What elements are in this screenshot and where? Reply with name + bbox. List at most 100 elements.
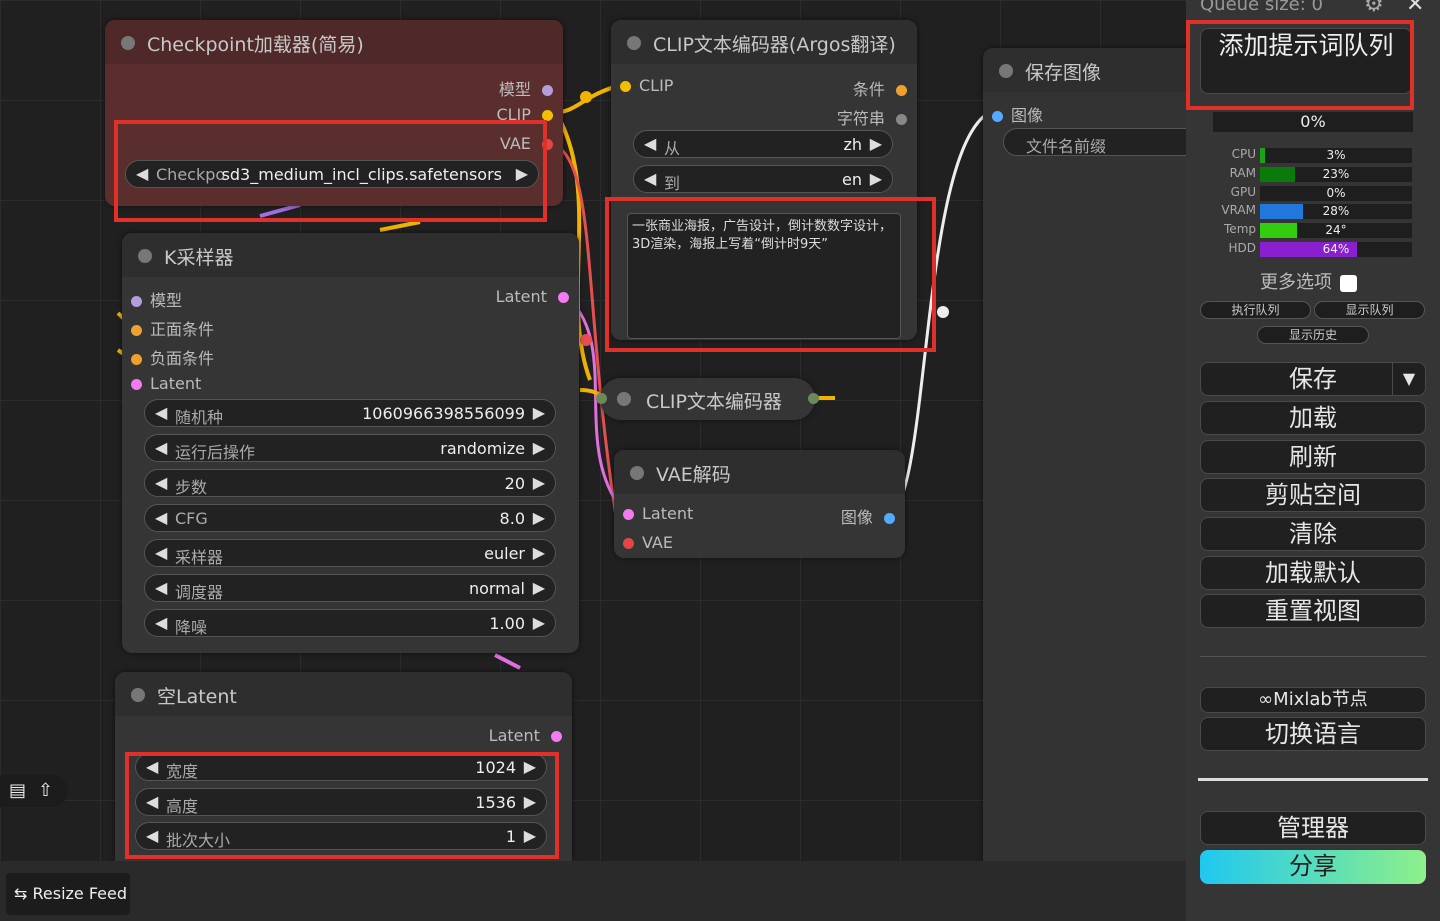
slot-dot[interactable]: [131, 296, 142, 307]
arrow-left-icon[interactable]: ◀: [155, 508, 167, 527]
arrow-left-icon[interactable]: ◀: [146, 792, 158, 811]
load-button[interactable]: 加载: [1200, 401, 1426, 435]
input-slot-clip[interactable]: CLIP: [620, 76, 673, 95]
seed-widget[interactable]: ◀ 随机种 1060966398556099 ▶: [144, 399, 556, 427]
slot-dot[interactable]: [131, 379, 142, 390]
output-slot-image[interactable]: 图像: [841, 504, 895, 528]
output-slot-string[interactable]: 字符串: [837, 105, 907, 129]
height-widget[interactable]: ◀ 高度 1536 ▶: [135, 788, 547, 816]
ksampler-node[interactable]: K采样器 模型 正面条件 负面条件 Latent Latent ◀ 随机种 1060…: [122, 233, 579, 653]
arrow-right-icon[interactable]: ▶: [870, 134, 882, 153]
arrow-left-icon[interactable]: ◀: [146, 757, 158, 776]
arrow-right-icon[interactable]: ▶: [533, 438, 545, 457]
vae-decode-node[interactable]: VAE解码 Latent VAE 图像: [614, 450, 905, 558]
slot-dot[interactable]: [992, 111, 1003, 122]
slot-dot[interactable]: [620, 81, 631, 92]
notes-icon[interactable]: ▤: [9, 780, 26, 801]
node-collapse-dot[interactable]: [617, 392, 631, 406]
arrow-left-icon[interactable]: ◀: [136, 164, 148, 183]
slot-dot[interactable]: [542, 139, 553, 150]
arrow-right-icon[interactable]: ▶: [524, 826, 536, 845]
denoise-widget[interactable]: ◀ 降噪 1.00 ▶: [144, 609, 556, 637]
slot-dot[interactable]: [131, 325, 142, 336]
arrow-left-icon[interactable]: ◀: [146, 826, 158, 845]
arrow-left-icon[interactable]: ◀: [644, 169, 656, 188]
close-icon[interactable]: ✕: [1406, 0, 1424, 17]
input-slot-images[interactable]: 图像: [992, 102, 1043, 126]
output-slot-latent[interactable]: Latent: [489, 726, 562, 745]
gear-icon[interactable]: ⚙: [1364, 0, 1384, 17]
output-slot-model[interactable]: 模型: [499, 76, 553, 100]
checkpoint-loader-node[interactable]: Checkpoint加载器(简易) 模型 CLIP VAE ◀ Checkpo …: [105, 20, 563, 206]
node-collapse-dot[interactable]: [627, 36, 641, 50]
save-image-node[interactable]: 保存图像 图像 文件名前缀: [983, 48, 1203, 861]
node-collapse-dot[interactable]: [999, 64, 1013, 78]
refresh-button[interactable]: 刷新: [1200, 440, 1426, 474]
node-collapse-dot[interactable]: [138, 249, 152, 263]
slot-dot[interactable]: [896, 114, 907, 125]
clip-encoder-node[interactable]: CLIP文本编码器: [596, 378, 819, 420]
arrow-right-icon[interactable]: ▶: [533, 508, 545, 527]
view-queue-button[interactable]: 执行队列: [1200, 301, 1311, 319]
more-options-row[interactable]: 更多选项: [1260, 268, 1357, 294]
input-slot-dot[interactable]: [596, 393, 607, 404]
slot-dot[interactable]: [542, 85, 553, 96]
reset-view-button[interactable]: 重置视图: [1200, 594, 1426, 628]
arrow-left-icon[interactable]: ◀: [155, 473, 167, 492]
load-default-button[interactable]: 加载默认: [1200, 556, 1426, 590]
node-collapse-dot[interactable]: [630, 466, 644, 480]
ckpt-name-combo[interactable]: ◀ Checkpo sd3_medium_incl_clips.safetens…: [125, 160, 539, 188]
output-slot-vae[interactable]: VAE: [500, 134, 553, 153]
to-language-combo[interactable]: ◀ 到 en ▶: [633, 165, 893, 193]
switch-language-button[interactable]: 切换语言: [1200, 717, 1426, 751]
prompt-textarea[interactable]: 一张商业海报，广告设计，倒计数数字设计，3D渲染，海报上写着“倒计时9天”: [627, 213, 901, 339]
empty-latent-node[interactable]: 空Latent Latent ◀ 宽度 1024 ▶ ◀ 高度 1536 ▶ ◀ 批次大小 1 ▶: [115, 672, 572, 861]
arrow-right-icon[interactable]: ▶: [533, 613, 545, 632]
arrow-right-icon[interactable]: ▶: [524, 792, 536, 811]
arrow-left-icon[interactable]: ◀: [155, 578, 167, 597]
node-collapse-dot[interactable]: [121, 36, 135, 50]
batch-size-widget[interactable]: ◀ 批次大小 1 ▶: [135, 822, 547, 850]
filename-prefix-field[interactable]: 文件名前缀: [1003, 128, 1203, 156]
clear-button[interactable]: 清除: [1200, 517, 1426, 551]
slot-dot[interactable]: [884, 513, 895, 524]
output-slot-dot[interactable]: [808, 393, 819, 404]
scheduler-widget[interactable]: ◀ 调度器 normal ▶: [144, 574, 556, 602]
arrow-right-icon[interactable]: ▶: [533, 473, 545, 492]
width-widget[interactable]: ◀ 宽度 1024 ▶: [135, 753, 547, 781]
arrow-left-icon[interactable]: ◀: [644, 134, 656, 153]
input-slot-negative[interactable]: 负面条件: [131, 345, 214, 369]
slot-dot[interactable]: [623, 509, 634, 520]
output-slot-latent[interactable]: Latent: [496, 287, 569, 306]
arrow-right-icon[interactable]: ▶: [524, 757, 536, 776]
slot-dot[interactable]: [551, 731, 562, 742]
arrow-right-icon[interactable]: ▶: [870, 169, 882, 188]
dropdown-arrow-icon[interactable]: ▼: [1392, 363, 1425, 395]
slot-dot[interactable]: [558, 292, 569, 303]
arrow-right-icon[interactable]: ▶: [533, 403, 545, 422]
output-slot-conditioning[interactable]: 条件: [853, 76, 907, 100]
node-collapse-dot[interactable]: [131, 688, 145, 702]
arrow-left-icon[interactable]: ◀: [155, 613, 167, 632]
sampler-widget[interactable]: ◀ 采样器 euler ▶: [144, 539, 556, 567]
input-slot-latent[interactable]: Latent: [623, 504, 693, 523]
slot-dot[interactable]: [131, 354, 142, 365]
input-slot-latent[interactable]: Latent: [131, 374, 201, 393]
arrow-right-icon[interactable]: ▶: [516, 164, 528, 183]
input-slot-model[interactable]: 模型: [131, 287, 182, 311]
arrow-right-icon[interactable]: ▶: [533, 578, 545, 597]
rocket-icon[interactable]: ⇧: [38, 780, 53, 801]
input-slot-positive[interactable]: 正面条件: [131, 316, 214, 340]
mixlab-nodes-button[interactable]: ∞Mixlab节点: [1200, 687, 1426, 713]
output-slot-clip[interactable]: CLIP: [496, 105, 553, 124]
more-options-checkbox[interactable]: [1339, 274, 1357, 292]
slot-dot[interactable]: [896, 85, 907, 96]
save-button[interactable]: 保存 ▼: [1200, 362, 1426, 396]
arrow-right-icon[interactable]: ▶: [533, 543, 545, 562]
share-button[interactable]: 分享: [1200, 850, 1426, 884]
input-slot-vae[interactable]: VAE: [623, 533, 673, 552]
slot-dot[interactable]: [542, 110, 553, 121]
show-history-button[interactable]: 显示历史: [1257, 326, 1369, 344]
clip-argos-node[interactable]: CLIP文本编码器(Argos翻译) CLIP 条件 字符串 ◀ 从 zh ▶ …: [611, 20, 917, 340]
clipspace-button[interactable]: 剪贴空间: [1200, 478, 1426, 512]
